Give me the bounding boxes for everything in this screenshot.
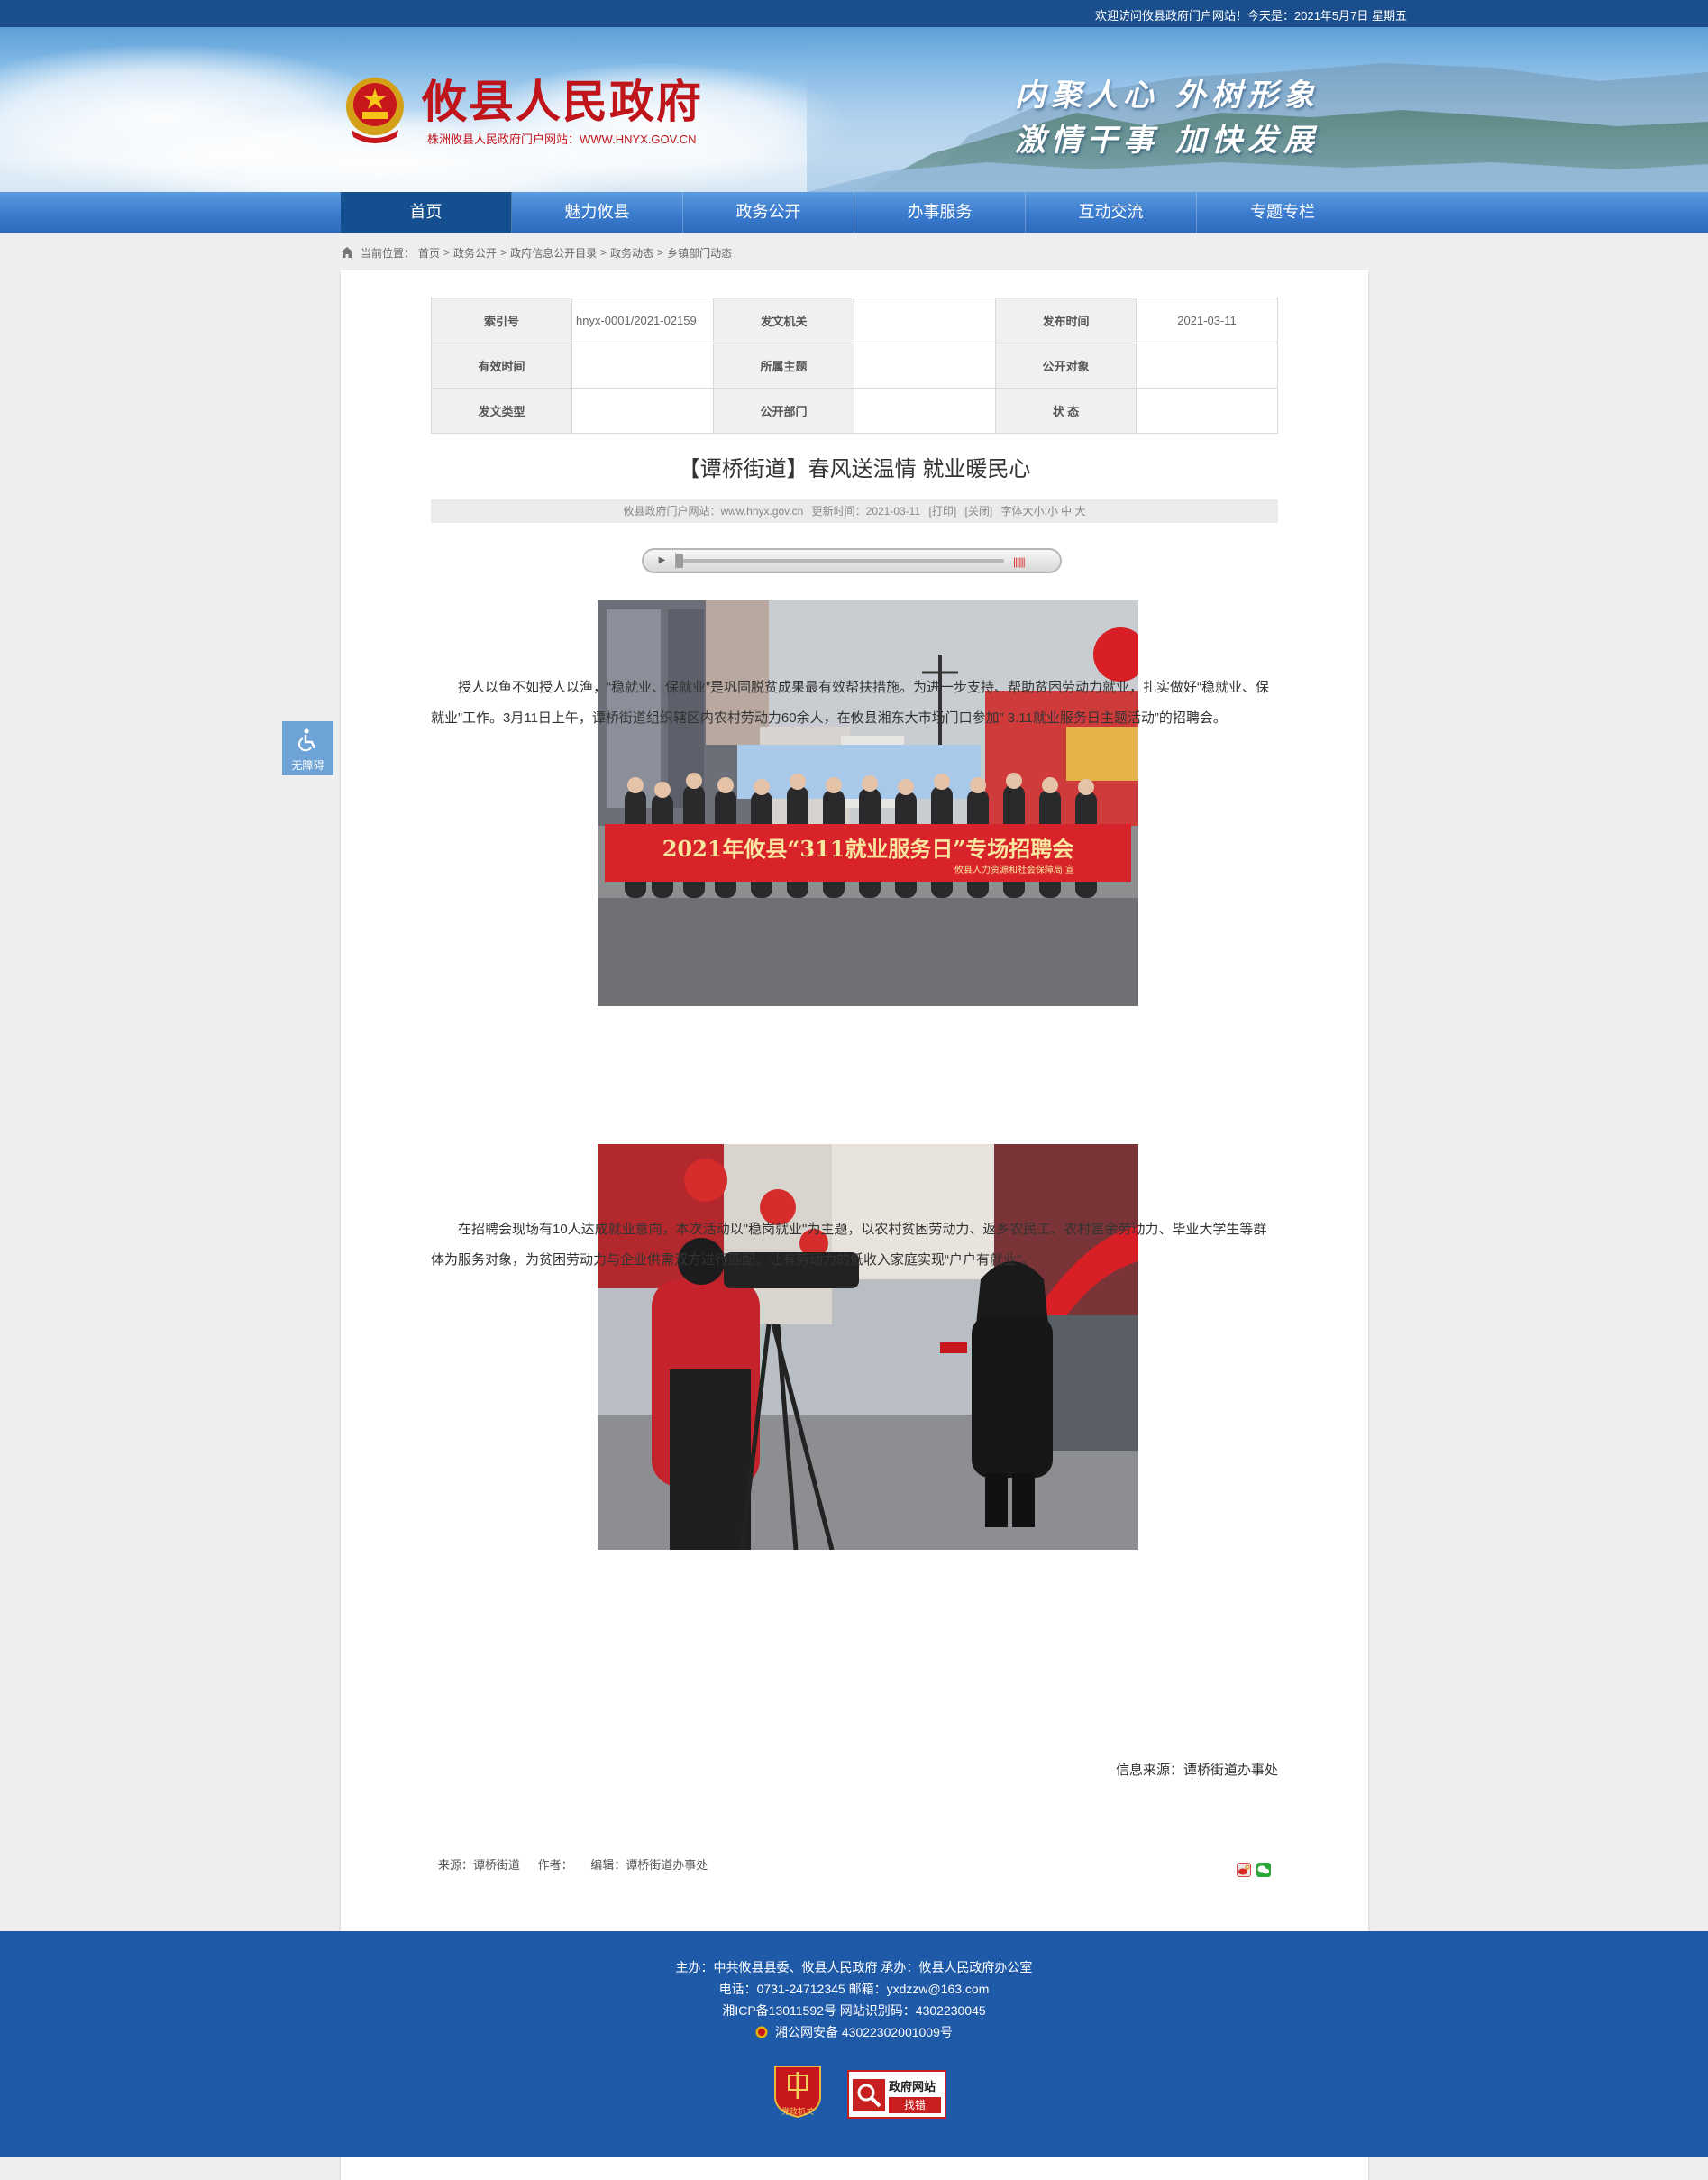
dept-value (854, 388, 996, 434)
audio-player[interactable]: ▶ |||||| (642, 548, 1062, 573)
footer-police-record[interactable]: 湘公网安备 43022302001009号 (0, 2023, 1708, 2041)
meta-site: 攸县政府门户网站：www.hnyx.gov.cn (623, 505, 804, 518)
breadcrumb-link-gov-affairs[interactable]: 政务公开 (453, 245, 497, 261)
font-size-control[interactable]: 字体大小:小 中 大 (1001, 505, 1086, 518)
wechat-share-icon[interactable] (1256, 1863, 1271, 1877)
site-name: 攸县人民政府 (422, 75, 703, 128)
breadcrumb-separator: > (600, 246, 607, 259)
footer-organizer: 主办：中共攸县县委、攸县人民政府 承办：攸县人民政府办公室 (675, 1960, 1033, 1974)
nav-services[interactable]: 办事服务 (854, 192, 1026, 233)
gov-website-error-report-badge[interactable]: 政府网站 找错 (847, 2070, 946, 2119)
footer-author: 作者： (537, 1858, 573, 1872)
photo-banner-text: 2021年攸县“311就业服务日”专场招聘会 (662, 836, 1074, 862)
issuer-label: 发文机关 (713, 298, 854, 343)
breadcrumb-prefix: 当前位置： (361, 246, 416, 260)
photo-banner-signature: 攸县人力资源和社会保障局 宣 (954, 866, 1074, 875)
slogan-line-2: 激情干事 加快发展 (1015, 123, 1320, 159)
information-source: 信息来源：谭桥街道办事处 (1115, 1763, 1278, 1778)
badge-text-top: 政府网站 (889, 2080, 936, 2093)
photo-interview-scene (598, 1144, 1138, 1550)
meta-updated: 更新时间：2021-03-11 (811, 505, 921, 518)
footer-icp[interactable]: 湘ICP备13011592号 网站识别码：4302230045 (0, 2001, 1708, 2020)
date-value: 2021-03-11 (1136, 298, 1278, 343)
home-icon (341, 247, 353, 258)
breadcrumb-link-township[interactable]: 乡镇部门动态 (667, 245, 732, 261)
valid-value (571, 343, 714, 389)
nav-home[interactable]: 首页 (341, 192, 512, 233)
audience-value (1136, 343, 1278, 389)
site-banner: 攸县人民政府 株洲攸县人民政府门户网站：WWW.HNYX.GOV.CN 内聚人心… (0, 27, 1708, 192)
article-paragraph-2: 在招聘会现场有10人达成就业意向，本次活动以"稳岗就业"为主题，以农村贫困劳动力… (431, 1222, 1267, 1268)
breadcrumb-separator: > (500, 246, 507, 259)
footer-source: 来源：谭桥街道 (438, 1858, 521, 1872)
main-nav: 首页 魅力攸县 政务公开 办事服务 互动交流 专题专栏 (0, 192, 1708, 233)
issuer-value (854, 298, 996, 343)
party-government-badge-label: 党政机关 (781, 2107, 814, 2116)
article-footer-meta: 来源：谭桥街道 作者： 编辑：谭桥街道办事处 (438, 1855, 722, 1873)
article-photo-job-fair-banner: 2021年攸县“311就业服务日”专场招聘会 攸县人力资源和社会保障局 宣 (598, 600, 1138, 1006)
nav-government-affairs[interactable]: 政务公开 (683, 192, 854, 233)
article-panel: 索引号 hnyx-0001/2021-02159 发文机关 发布时间 2021-… (341, 270, 1368, 2180)
weibo-share-icon[interactable] (1237, 1863, 1251, 1877)
breadcrumb-link-news[interactable]: 政务动态 (610, 245, 653, 261)
nav-interaction[interactable]: 互动交流 (1026, 192, 1197, 233)
welcome-text: 欢迎访问攸县政府门户网站！今天是：2021年5月7日 星期五 (1095, 9, 1407, 23)
doctype-label: 发文类型 (431, 388, 572, 434)
breadcrumb-separator: > (443, 246, 451, 259)
article-meta-bar: 攸县政府门户网站：www.hnyx.gov.cn 更新时间：2021-03-11… (431, 499, 1278, 523)
audio-progress-handle[interactable] (676, 554, 683, 568)
doctype-value (571, 388, 714, 434)
print-link[interactable]: [打印] (928, 505, 956, 518)
document-info-table: 索引号 hnyx-0001/2021-02159 发文机关 发布时间 2021-… (431, 298, 1278, 434)
status-label: 状 态 (995, 388, 1137, 434)
article-photo-interview (598, 1144, 1138, 1550)
article-paragraph-1: 授人以鱼不如授人以渔，“稳就业、保就业”是巩固脱贫成果最有效帮扶措施。为进一步支… (431, 680, 1269, 726)
index-value: hnyx-0001/2021-02159 (571, 298, 714, 343)
wheelchair-icon (298, 728, 316, 752)
magnifier-icon (853, 2079, 885, 2111)
footer-editor: 编辑：谭桥街道办事处 (590, 1858, 708, 1872)
volume-icon[interactable]: |||||| (1013, 555, 1026, 568)
accessibility-button[interactable]: 无障碍 (282, 721, 333, 775)
nav-charm-youxian[interactable]: 魅力攸县 (512, 192, 683, 233)
nav-special-topics[interactable]: 专题专栏 (1197, 192, 1368, 233)
play-icon[interactable]: ▶ (649, 553, 676, 569)
breadcrumb: 当前位置： 首页 > 政务公开 > 政府信息公开目录 > 政务动态 > 乡镇部门… (341, 243, 735, 261)
footer-contact: 电话：0731-24712345 邮箱：yxdzzw@163.com (718, 1982, 990, 1996)
breadcrumb-link-catalog[interactable]: 政府信息公开目录 (510, 245, 597, 261)
site-subtitle: 株洲攸县人民政府门户网站：WWW.HNYX.GOV.CN (427, 133, 697, 146)
breadcrumb-link-home[interactable]: 首页 (418, 245, 440, 261)
footer-police-text: 湘公网安备 43022302001009号 (774, 2025, 953, 2039)
slogan-line-1: 内聚人心 外树形象 (1015, 78, 1320, 114)
article-title: 【谭桥街道】春风送温情 就业暖民心 (678, 457, 1031, 481)
topic-label: 所属主题 (713, 343, 854, 389)
status-value (1136, 388, 1278, 434)
photo-job-fair-group (598, 600, 1138, 1006)
valid-label: 有效时间 (431, 343, 572, 389)
breadcrumb-separator: > (657, 246, 664, 259)
top-bar: 欢迎访问攸县政府门户网站！今天是：2021年5月7日 星期五 (0, 0, 1708, 27)
national-emblem-icon (346, 78, 404, 143)
topic-value (854, 343, 996, 389)
date-label: 发布时间 (995, 298, 1137, 343)
audience-label: 公开对象 (995, 343, 1137, 389)
close-link[interactable]: [关闭] (965, 505, 993, 518)
badge-text-bottom: 找错 (889, 2097, 941, 2113)
dept-label: 公开部门 (713, 388, 854, 434)
police-badge-icon (755, 2026, 768, 2038)
index-label: 索引号 (431, 298, 572, 343)
audio-progress-track[interactable] (680, 559, 1004, 563)
accessibility-label: 无障碍 (291, 759, 324, 772)
